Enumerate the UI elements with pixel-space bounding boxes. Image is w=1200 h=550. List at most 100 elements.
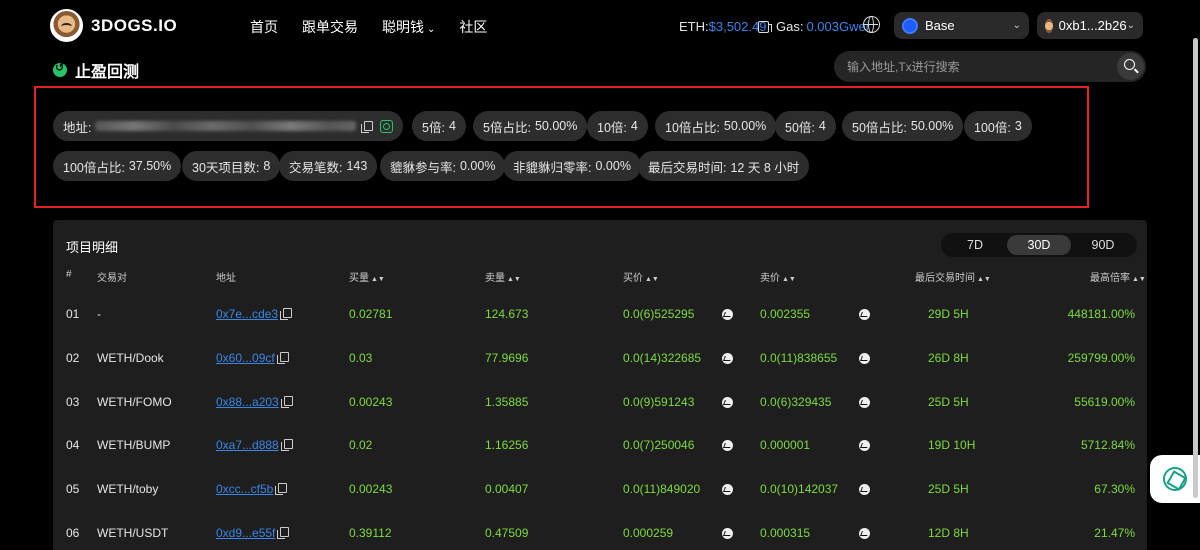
chart-icon[interactable] (722, 396, 733, 408)
cell-last-trade-text: 12D 8H (928, 526, 969, 540)
tab-30d[interactable]: 30D (1007, 235, 1071, 255)
nav-item-community[interactable]: 社区 (459, 17, 487, 37)
copy-icon[interactable] (277, 527, 290, 539)
chart-icon[interactable] (722, 484, 733, 496)
copy-icon[interactable] (280, 308, 293, 320)
cell-last-trade: 25D 5H (928, 482, 969, 496)
copy-icon[interactable] (361, 121, 374, 133)
cell-sell-price-text: 0.000315 (760, 526, 811, 540)
search-icon[interactable] (1117, 53, 1144, 80)
chart-icon[interactable] (859, 309, 870, 320)
col-header-label: 最后交易时间 (915, 273, 975, 284)
stat-value: 143 (346, 159, 368, 173)
col-header-label: 卖量 (485, 273, 505, 284)
cell-sell-qty-text: 1.16256 (485, 438, 529, 453)
chart-icon[interactable] (859, 352, 870, 364)
stat-label: 100倍: (974, 120, 1011, 135)
stat-label: 50倍: (785, 120, 815, 135)
nav-item-smart-money-label: 聪明钱 (382, 19, 424, 35)
stat-label: 非貔貅归零率: (513, 160, 592, 175)
globe-icon[interactable] (863, 15, 880, 33)
assistant-icon (1163, 467, 1187, 491)
cell-sell-price: 0.002355 (760, 307, 810, 321)
stat-value: 8 (263, 159, 271, 173)
cell-pair: - (97, 307, 101, 321)
chart-icon[interactable] (722, 309, 733, 320)
stat-chip: 50倍: 4 (775, 111, 836, 141)
cell-index-text: 05 (66, 482, 80, 497)
sort-icon: ▲▼ (371, 276, 385, 283)
chart-icon[interactable] (859, 440, 870, 452)
cell-last-trade: 19D 10H (928, 438, 975, 452)
chart-icon[interactable] (859, 528, 870, 539)
nav-item-copy-trade[interactable]: 跟单交易 (302, 17, 358, 37)
cell-sell-qty: 1.35885 (485, 395, 528, 409)
col-header-label: 卖价 (760, 273, 780, 284)
search-input[interactable] (834, 59, 1104, 74)
cell-buy-qty: 0.02781 (349, 307, 392, 321)
chain-selector[interactable]: Base ⌄ (894, 12, 1029, 39)
cell-address[interactable]: 0x7e...cde3 (216, 307, 293, 321)
back-icon[interactable] (53, 61, 67, 77)
stat-chip: 非貔貅归零率: 0.00% (503, 151, 641, 181)
col-header-last-trade[interactable]: 最后交易时间 ▲▼ (915, 269, 991, 284)
col-header-sell-price[interactable]: 卖价 ▲▼ (760, 269, 796, 284)
dog-logo-icon (50, 9, 83, 42)
cell-address[interactable]: 0xa7...d888 (216, 438, 293, 452)
scrollbar[interactable] (1193, 38, 1198, 498)
cell-last-trade-text: 25D 5H (928, 482, 969, 497)
address-label: 地址: (63, 120, 92, 135)
cell-buy-qty-text: 0.00243 (349, 482, 393, 497)
cell-address-text: 0xa7...d888 (216, 438, 279, 453)
chart-icon[interactable] (722, 352, 733, 364)
col-header-buy-price[interactable]: 买价 ▲▼ (623, 269, 659, 284)
col-header-buy-qty[interactable]: 买量 ▲▼ (349, 269, 385, 284)
nav-item-home[interactable]: 首页 (250, 17, 278, 37)
cell-pair-text: WETH/USDT (97, 526, 169, 540)
stat-chip: 50倍占比: 50.00% (842, 111, 964, 141)
stat-chip: 貔貅参与率: 0.00% (380, 151, 506, 181)
cell-buy-qty: 0.03 (349, 351, 372, 365)
blurred-address (95, 121, 357, 131)
cell-address-text: 0x88...a203 (216, 394, 279, 409)
cell-buy-qty: 0.39112 (349, 526, 392, 540)
tab-90d[interactable]: 90D (1071, 235, 1135, 255)
col-header-sell-qty[interactable]: 卖量 ▲▼ (485, 269, 521, 284)
cell-pair-text: WETH/FOMO (97, 394, 172, 409)
chart-icon[interactable] (859, 396, 870, 408)
cell-buy-price: 0.0(9)591243 (623, 395, 694, 409)
cell-buy-price: 0.000259 (623, 526, 673, 540)
chart-icon[interactable] (722, 440, 733, 452)
wallet-button[interactable]: 0xb1...2b26 ⌄ (1037, 12, 1143, 39)
stat-label: 5倍占比: (483, 120, 531, 135)
copy-icon[interactable] (280, 439, 293, 452)
copy-icon[interactable] (280, 395, 293, 408)
copy-icon[interactable] (276, 351, 289, 364)
cell-sell-price-text: 0.0(10)142037 (760, 482, 839, 497)
cell-address[interactable]: 0xcc...cf5b (216, 482, 288, 496)
col-header-max-multiple[interactable]: 最高倍率 ▲▼ (1090, 269, 1146, 284)
chart-icon[interactable] (722, 528, 733, 539)
chevron-down-icon: ⌄ (427, 24, 436, 35)
page-title: 止盈回测 (53, 58, 139, 82)
brand-logo[interactable]: 3DOGS.IO (50, 9, 177, 42)
search-bar (834, 51, 1146, 82)
cell-sell-qty-text: 0.00407 (485, 482, 529, 497)
cell-max-multiple-text: 55619.00% (1074, 394, 1135, 409)
cell-buy-price-text: 0.0(11)849020 (623, 482, 701, 497)
cell-address[interactable]: 0x88...a203 (216, 395, 293, 409)
cell-address[interactable]: 0x60...09cf (216, 351, 289, 365)
chart-icon[interactable] (859, 484, 870, 496)
nav-item-smart-money[interactable]: 聪明钱 ⌄ (382, 17, 435, 37)
cell-max-multiple-text: 5712.84% (1080, 438, 1135, 453)
stat-chip: 30天项目数: 8 (182, 151, 281, 181)
avatar (1045, 18, 1053, 33)
cell-sell-price-text: 0.000001 (760, 438, 811, 453)
explorer-icon[interactable] (380, 119, 393, 133)
cell-sell-qty-text: 124.673 (485, 307, 529, 321)
cell-buy-qty-text: 0.39112 (349, 526, 392, 540)
cell-last-trade-text: 25D 5H (928, 394, 969, 409)
copy-icon[interactable] (275, 483, 288, 496)
tab-7d[interactable]: 7D (943, 235, 1007, 255)
cell-address[interactable]: 0xd9...e55f (216, 526, 290, 540)
